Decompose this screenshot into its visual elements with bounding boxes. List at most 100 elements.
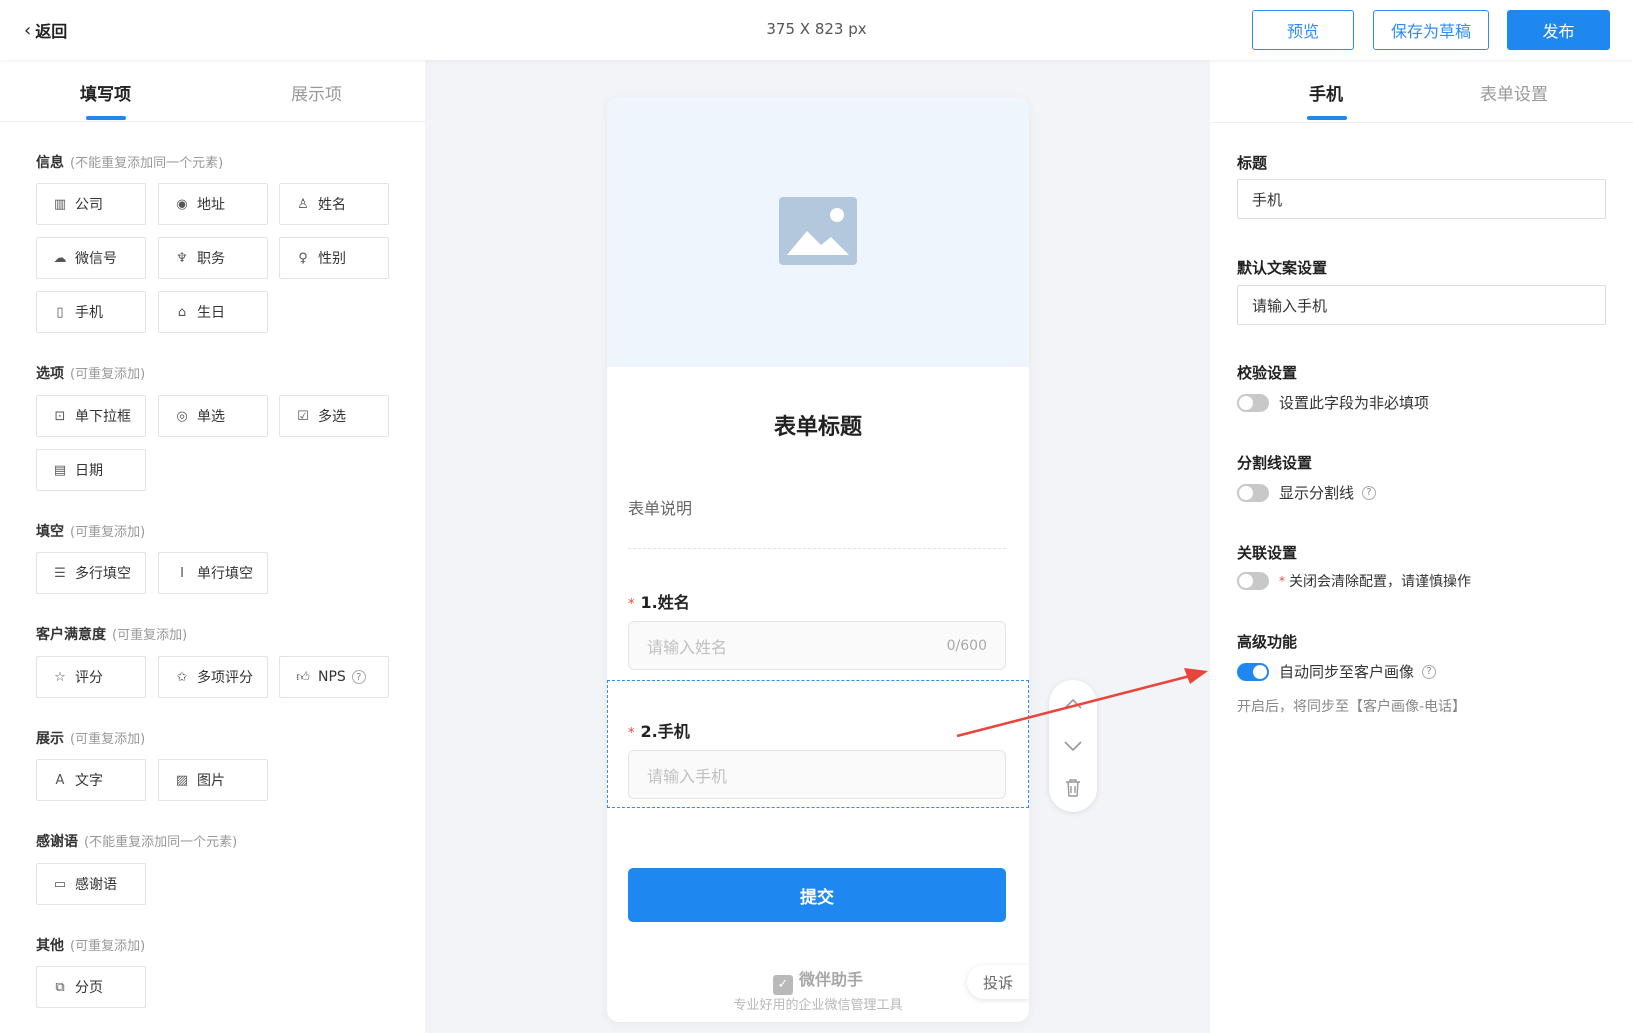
warning-mark: * <box>1279 574 1285 588</box>
move-down-button[interactable] <box>1049 726 1097 766</box>
phone-input[interactable]: 请输入手机 <box>628 750 1006 799</box>
move-up-button[interactable] <box>1049 684 1097 724</box>
form-description[interactable]: 表单说明 <box>628 495 692 519</box>
component-address[interactable]: ◉ 地址 <box>158 183 268 225</box>
tab-form-settings[interactable]: 表单设置 <box>1480 80 1548 105</box>
image-placeholder-icon <box>779 197 857 265</box>
complain-button[interactable]: 投诉 <box>967 965 1029 999</box>
component-panel: 填写项 展示项 信息 (不能重复添加同一个元素) ▥ 公司 ◉ 地址 ♙ 姓名 ☁ 微信号… <box>0 60 425 1033</box>
component-birthday[interactable]: ⌂ 生日 <box>158 291 268 333</box>
component-page-break[interactable]: ⧉ 分页 <box>36 966 146 1008</box>
component-position[interactable]: ♆ 职务 <box>158 237 268 279</box>
tab-field-settings[interactable]: 手机 <box>1309 80 1343 105</box>
preview-button[interactable]: 预览 <box>1252 10 1354 50</box>
cake-icon: ⌂ <box>177 304 187 320</box>
component-singleline[interactable]: Ⅰ 单行填空 <box>158 552 268 594</box>
association-label: 关联设置 <box>1237 544 1298 562</box>
active-tab-indicator <box>1307 116 1347 120</box>
chevron-down-icon <box>1064 741 1082 752</box>
divider-setting-label: 分割线设置 <box>1237 454 1313 472</box>
default-text-input[interactable]: 请输入手机 <box>1237 285 1606 325</box>
component-phone[interactable]: ▯ 手机 <box>36 291 146 333</box>
sync-profile-toggle[interactable] <box>1237 662 1269 681</box>
advanced-label: 高级功能 <box>1237 633 1298 651</box>
optional-field-toggle[interactable] <box>1237 393 1269 412</box>
radio-icon: ◎ <box>176 408 188 424</box>
form-title[interactable]: 表单标题 <box>607 409 1029 441</box>
delete-button[interactable] <box>1049 768 1097 808</box>
publish-button[interactable]: 发布 <box>1507 10 1610 50</box>
building-icon: ▥ <box>53 196 67 212</box>
page-break-icon: ⧉ <box>55 979 65 995</box>
divider <box>1210 122 1633 123</box>
component-image[interactable]: ▨ 图片 <box>158 759 268 801</box>
component-rating[interactable]: ☆ 评分 <box>36 656 146 698</box>
component-name[interactable]: ♙ 姓名 <box>279 183 389 225</box>
settings-panel: 手机 表单设置 标题 手机 默认文案设置 请输入手机 校验设置 设置此字段为非必… <box>1210 60 1633 1033</box>
section-title-options: 选项 (可重复添加) <box>36 366 146 382</box>
help-icon[interactable]: ? <box>1362 485 1377 500</box>
component-multi-rating[interactable]: ✩ 多项评分 <box>158 656 268 698</box>
location-icon: ◉ <box>176 196 188 212</box>
title-input[interactable]: 手机 <box>1237 179 1606 219</box>
tab-display-items[interactable]: 展示项 <box>291 80 342 105</box>
multi-star-icon: ✩ <box>176 669 188 685</box>
section-title-fill: 填空 (可重复添加) <box>36 524 146 540</box>
help-icon[interactable]: ? <box>1422 664 1437 679</box>
required-mark: * <box>628 726 635 741</box>
component-wechat[interactable]: ☁ 微信号 <box>36 237 146 279</box>
component-text[interactable]: A 文字 <box>36 759 146 801</box>
calendar-icon: ▤ <box>53 462 67 478</box>
divider <box>628 548 1006 549</box>
form-banner[interactable] <box>607 97 1029 367</box>
tie-icon: ♆ <box>176 250 188 266</box>
name-input[interactable]: 请输入姓名 0/600 <box>628 621 1006 670</box>
section-title-satisfaction: 客户满意度 (可重复添加) <box>36 627 188 643</box>
component-thanks[interactable]: ▭ 感谢语 <box>36 863 146 905</box>
association-setting: * 关闭会清除配置，请谨慎操作 <box>1237 571 1471 591</box>
check-icon: ✓ <box>772 975 793 995</box>
user-icon: ♙ <box>297 196 309 212</box>
component-checkbox[interactable]: ☑ 多选 <box>279 395 389 437</box>
tab-fill-items[interactable]: 填写项 <box>80 80 131 105</box>
advanced-setting: 自动同步至客户画像 ? <box>1237 661 1437 682</box>
component-gender[interactable]: ♀ 性别 <box>279 237 389 279</box>
association-toggle[interactable] <box>1237 572 1269 590</box>
save-draft-button[interactable]: 保存为草稿 <box>1373 10 1489 50</box>
dropdown-icon: ⊡ <box>54 408 66 424</box>
question-label: * 1.姓名 <box>628 593 690 612</box>
phone-icon: ▯ <box>56 304 64 320</box>
image-icon: ▨ <box>175 772 189 788</box>
wechat-icon: ☁ <box>53 250 67 266</box>
brand-name: ✓ 微伴助手 <box>607 966 1029 995</box>
component-company[interactable]: ▥ 公司 <box>36 183 146 225</box>
component-date[interactable]: ▤ 日期 <box>36 449 146 491</box>
question-label: * 2.手机 <box>628 722 690 741</box>
section-title-info: 信息 (不能重复添加同一个元素) <box>36 155 224 171</box>
component-nps[interactable]: 👍︎ NPS? <box>279 656 389 698</box>
char-counter: 0/600 <box>946 637 987 654</box>
active-tab-indicator <box>86 116 126 120</box>
component-multiline[interactable]: ☰ 多行填空 <box>36 552 146 594</box>
section-title-thanks: 感谢语 (不能重复添加同一个元素) <box>36 834 238 850</box>
required-mark: * <box>628 597 635 612</box>
multiline-icon: ☰ <box>54 565 66 581</box>
default-text-label: 默认文案设置 <box>1237 259 1328 277</box>
trash-icon <box>1066 779 1080 797</box>
component-dropdown[interactable]: ⊡ 单下拉框 <box>36 395 146 437</box>
checkbox-icon: ☑ <box>297 408 309 424</box>
star-icon: ☆ <box>54 669 66 685</box>
help-icon[interactable]: ? <box>351 670 366 684</box>
chevron-up-icon <box>1064 698 1082 709</box>
gender-icon: ♀ <box>298 250 308 266</box>
form-preview: 表单标题 表单说明 * 1.姓名 请输入姓名 0/600 * 2.手机 请输入手机 … <box>607 97 1029 1022</box>
component-tabs: 填写项 展示项 <box>0 60 425 122</box>
title-label: 标题 <box>1237 154 1268 172</box>
text-icon: A <box>55 772 65 788</box>
message-icon: ▭ <box>53 876 67 892</box>
section-title-display: 展示 (可重复添加) <box>36 731 146 747</box>
show-divider-toggle[interactable] <box>1237 483 1269 502</box>
component-radio[interactable]: ◎ 单选 <box>158 395 268 437</box>
submit-button[interactable]: 提交 <box>628 868 1006 922</box>
sync-hint: 开启后，将同步至【客户画像-电话】 <box>1237 699 1467 715</box>
